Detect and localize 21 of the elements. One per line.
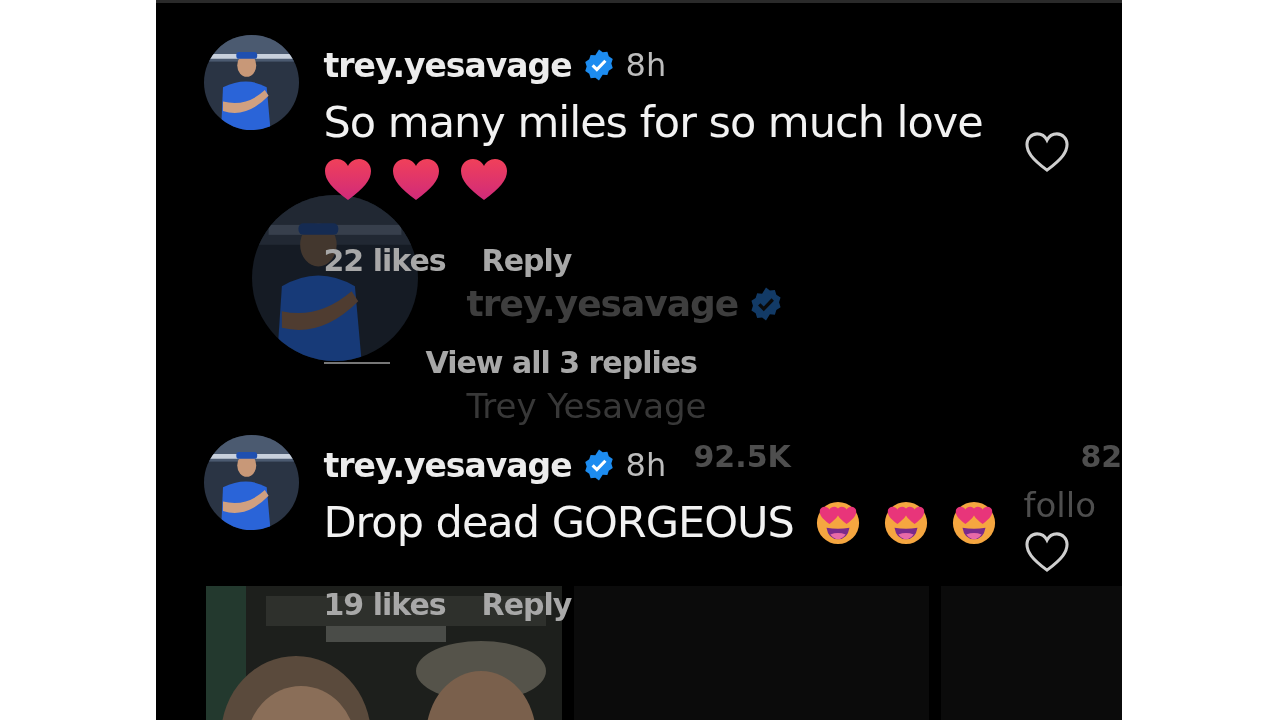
comment-time: 8h (625, 46, 667, 84)
reply-link[interactable]: Reply (481, 243, 572, 279)
comment-username[interactable]: trey.yesavage (323, 45, 572, 85)
stat-label: follo (1023, 485, 1096, 525)
stat-value: 82 (1080, 439, 1122, 474)
profile-full-name: Trey Yesavage (466, 386, 707, 426)
like-heart-icon[interactable] (1023, 531, 1070, 573)
comment-time: 8h (625, 446, 667, 484)
heart-emoji-icon (391, 157, 440, 203)
stat-value: 92.5K (693, 439, 791, 474)
comment-username[interactable]: trey.yesavage (323, 445, 572, 485)
comment-text: So many miles for so much love (323, 97, 983, 147)
likes-count[interactable]: 22 likes (323, 243, 446, 279)
likes-count[interactable]: 19 likes (323, 587, 446, 623)
profile-username: trey.yesavage (466, 283, 739, 324)
like-heart-icon[interactable] (1023, 131, 1070, 173)
view-replies-link[interactable]: View all 3 replies (323, 345, 697, 380)
comment-text: Drop dead GORGEOUS (323, 497, 794, 547)
heart-emoji-icon (459, 157, 508, 203)
reply-link[interactable]: Reply (481, 587, 572, 623)
heart-emoji-icon (323, 157, 372, 203)
